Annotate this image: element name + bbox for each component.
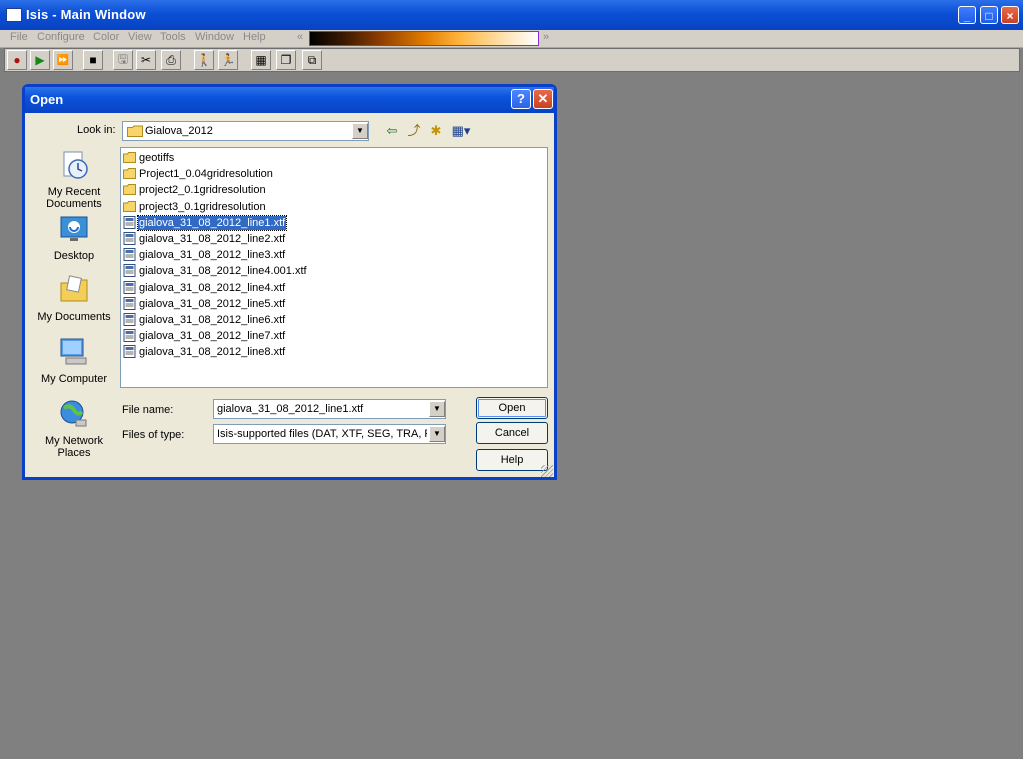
file-name: gialova_31_08_2012_line3.xtf <box>139 249 286 262</box>
place-my-documents[interactable]: My Documents <box>34 274 114 323</box>
dialog-close-icon[interactable]: ✕ <box>533 89 553 109</box>
color-palette-bar[interactable] <box>309 31 539 46</box>
place-label: My Documents <box>37 311 111 323</box>
chevron-down-icon[interactable]: ▼ <box>429 401 445 417</box>
maximize-button[interactable]: □ <box>980 6 998 24</box>
cascade-windows-icon[interactable]: ❐ <box>276 50 296 70</box>
chevron-down-icon[interactable]: ▼ <box>429 426 445 442</box>
back-icon[interactable]: ⇦ <box>383 123 401 139</box>
folder-icon <box>123 168 136 180</box>
file-name: Project1_0.04gridresolution <box>139 168 273 181</box>
file-name: project2_0.1gridresolution <box>139 184 266 197</box>
main-window-title: Isis - Main Window <box>26 7 146 22</box>
record-icon[interactable]: ● <box>7 50 27 70</box>
print-icon[interactable]: ⎙ <box>161 50 181 70</box>
dialog-titlebar[interactable]: Open ? ✕ <box>25 87 554 113</box>
file-name: gialova_31_08_2012_line5.xtf <box>139 297 286 310</box>
colorbar-scroll-left[interactable]: « <box>297 31 303 43</box>
app-window-icon <box>6 8 22 22</box>
lookin-label: Look in: <box>77 124 116 136</box>
file-icon <box>123 296 136 310</box>
folder-icon <box>123 152 136 163</box>
colorbar-scroll-right[interactable]: » <box>543 31 549 43</box>
menu-tools[interactable]: Tools <box>160 31 186 43</box>
my-documents-icon <box>60 275 88 302</box>
menu-color[interactable]: Color <box>93 31 119 43</box>
file-icon <box>123 248 136 262</box>
open-dialog: Open ? ✕ Look in: Gialova_2012 ▼ ⇦ ⤴ ✱ ▦… <box>22 84 557 480</box>
menu-help[interactable]: Help <box>243 31 266 43</box>
play-icon[interactable]: ▶ <box>30 50 50 70</box>
filename-value: gialova_31_08_2012_line1.xtf <box>217 403 364 415</box>
fast-forward-icon[interactable]: ⏩ <box>53 50 73 70</box>
file-name: gialova_31_08_2012_line8.xtf <box>139 346 286 359</box>
file-name: gialova_31_08_2012_line6.xtf <box>139 314 286 326</box>
dialog-help-icon[interactable]: ? <box>511 89 531 109</box>
window-icon[interactable]: ⧉ <box>302 50 322 70</box>
my-computer-icon <box>60 338 87 365</box>
place-my-computer[interactable]: My Computer <box>34 336 114 385</box>
network-places-icon <box>60 400 87 427</box>
main-window-titlebar[interactable]: Isis - Main Window _ □ × <box>0 0 1023 30</box>
filename-label: File name: <box>122 404 174 416</box>
folder-icon <box>127 125 143 137</box>
help-button[interactable]: Help <box>476 449 548 471</box>
menu-view[interactable]: View <box>128 31 152 43</box>
file-icon <box>123 264 136 278</box>
place-recent-documents[interactable]: My Recent Documents <box>34 149 114 210</box>
chevron-down-icon[interactable]: ▼ <box>352 123 368 139</box>
toolbar: ● ▶ ⏩ ■ 🖫 ✂ ⎙ 🚶 🏃 ▦ ❐ ⧉ <box>4 48 1020 72</box>
recent-documents-icon <box>63 151 88 179</box>
cut-icon[interactable]: ✂ <box>136 50 156 70</box>
file-name: gialova_31_08_2012_line4.001.xtf <box>139 265 307 278</box>
lookin-value: Gialova_2012 <box>145 125 213 137</box>
folder-icon <box>123 184 136 196</box>
menu-window[interactable]: Window <box>195 31 234 43</box>
open-button[interactable]: Open <box>476 397 548 419</box>
file-list[interactable]: geotiffs Project1_0.04gridresolutionproje… <box>120 147 548 388</box>
run-icon[interactable]: 🏃 <box>218 50 238 70</box>
place-label: My Computer <box>40 373 108 385</box>
up-folder-icon[interactable]: ⤴ <box>405 123 423 139</box>
file-icon <box>123 280 136 294</box>
tile-windows-icon[interactable]: ▦ <box>251 50 271 70</box>
filetype-label: Files of type: <box>122 429 185 441</box>
file-name: geotiffs <box>139 152 175 164</box>
menu-bar: File Configure Color View Tools Window H… <box>0 30 1023 48</box>
stop-icon[interactable]: ■ <box>83 50 103 70</box>
menu-configure[interactable]: Configure <box>37 31 85 43</box>
filetype-select[interactable]: Isis-supported files (DAT, XTF, SEG, TRA… <box>213 424 446 444</box>
place-label: My Network Places <box>44 435 104 459</box>
place-label: My Recent Documents <box>46 186 102 210</box>
dialog-title: Open <box>30 92 64 107</box>
file-name: gialova_31_08_2012_line1.xtf <box>136 214 288 231</box>
file-icon <box>123 313 136 326</box>
filename-input[interactable]: gialova_31_08_2012_line1.xtf ▼ <box>213 399 446 419</box>
walk-icon[interactable]: 🚶 <box>194 50 214 70</box>
cancel-button[interactable]: Cancel <box>476 422 548 444</box>
save-icon[interactable]: 🖫 <box>113 50 133 70</box>
minimize-button[interactable]: _ <box>958 6 976 24</box>
place-label: Desktop <box>53 250 95 262</box>
file-icon <box>123 215 136 229</box>
folder-icon <box>123 200 136 212</box>
view-menu-icon[interactable]: ▦▾ <box>449 123 473 139</box>
file-name: gialova_31_08_2012_line7.xtf <box>139 330 286 343</box>
menu-file[interactable]: File <box>10 31 28 43</box>
new-folder-icon[interactable]: ✱ <box>427 123 445 139</box>
file-name: gialova_31_08_2012_line2.xtf <box>139 233 286 245</box>
lookin-dropdown[interactable]: Gialova_2012 ▼ <box>122 121 369 141</box>
file-icon <box>123 232 136 245</box>
file-icon <box>123 329 136 343</box>
place-desktop[interactable]: Desktop <box>34 213 114 262</box>
place-my-network-places[interactable]: My Network Places <box>34 398 114 459</box>
file-name: project3_0.1gridresolution <box>139 200 266 213</box>
filetype-value: Isis-supported files (DAT, XTF, SEG, TRA… <box>217 428 427 440</box>
resize-grip[interactable] <box>541 465 553 477</box>
file-icon <box>123 345 136 359</box>
file-name: gialova_31_08_2012_line4.xtf <box>139 281 286 294</box>
close-button[interactable]: × <box>1001 6 1019 24</box>
desktop-icon <box>60 216 88 241</box>
